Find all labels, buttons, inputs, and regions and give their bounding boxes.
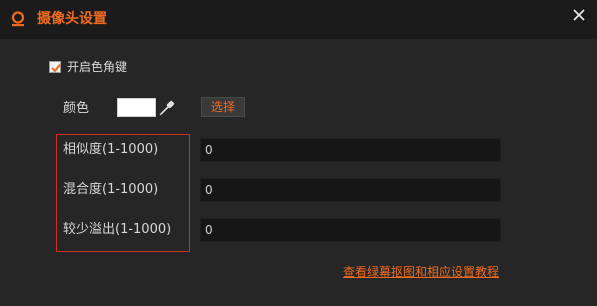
dialog-title: 摄像头设置 [37, 11, 107, 27]
similarity-label: 相似度(1-1000) [63, 142, 159, 157]
webcam-logo-icon [11, 11, 25, 27]
color-label: 颜色 [63, 101, 90, 116]
camera-settings-dialog: 摄像头设置 开启色角键 颜色 选择 相似度(1-1000) 混合度(1-1000… [0, 0, 597, 306]
color-swatch[interactable] [117, 98, 156, 117]
blend-label: 混合度(1-1000) [63, 182, 159, 197]
enable-chroma-key-checkbox[interactable] [49, 61, 61, 73]
enable-chroma-key-label: 开启色角键 [67, 60, 128, 74]
spill-reduction-input[interactable] [200, 218, 501, 242]
similarity-input[interactable] [200, 138, 501, 162]
enable-chroma-key-row[interactable]: 开启色角键 [49, 59, 127, 75]
select-color-button[interactable]: 选择 [201, 97, 245, 117]
eyedropper-icon[interactable] [158, 99, 176, 117]
tutorial-link[interactable]: 查看绿幕抠图和相应设置教程 [343, 264, 499, 280]
blend-input[interactable] [200, 178, 501, 202]
spill-reduction-label: 较少溢出(1-1000) [63, 222, 172, 237]
close-icon[interactable] [571, 7, 587, 23]
title-bar: 摄像头设置 [0, 1, 597, 39]
